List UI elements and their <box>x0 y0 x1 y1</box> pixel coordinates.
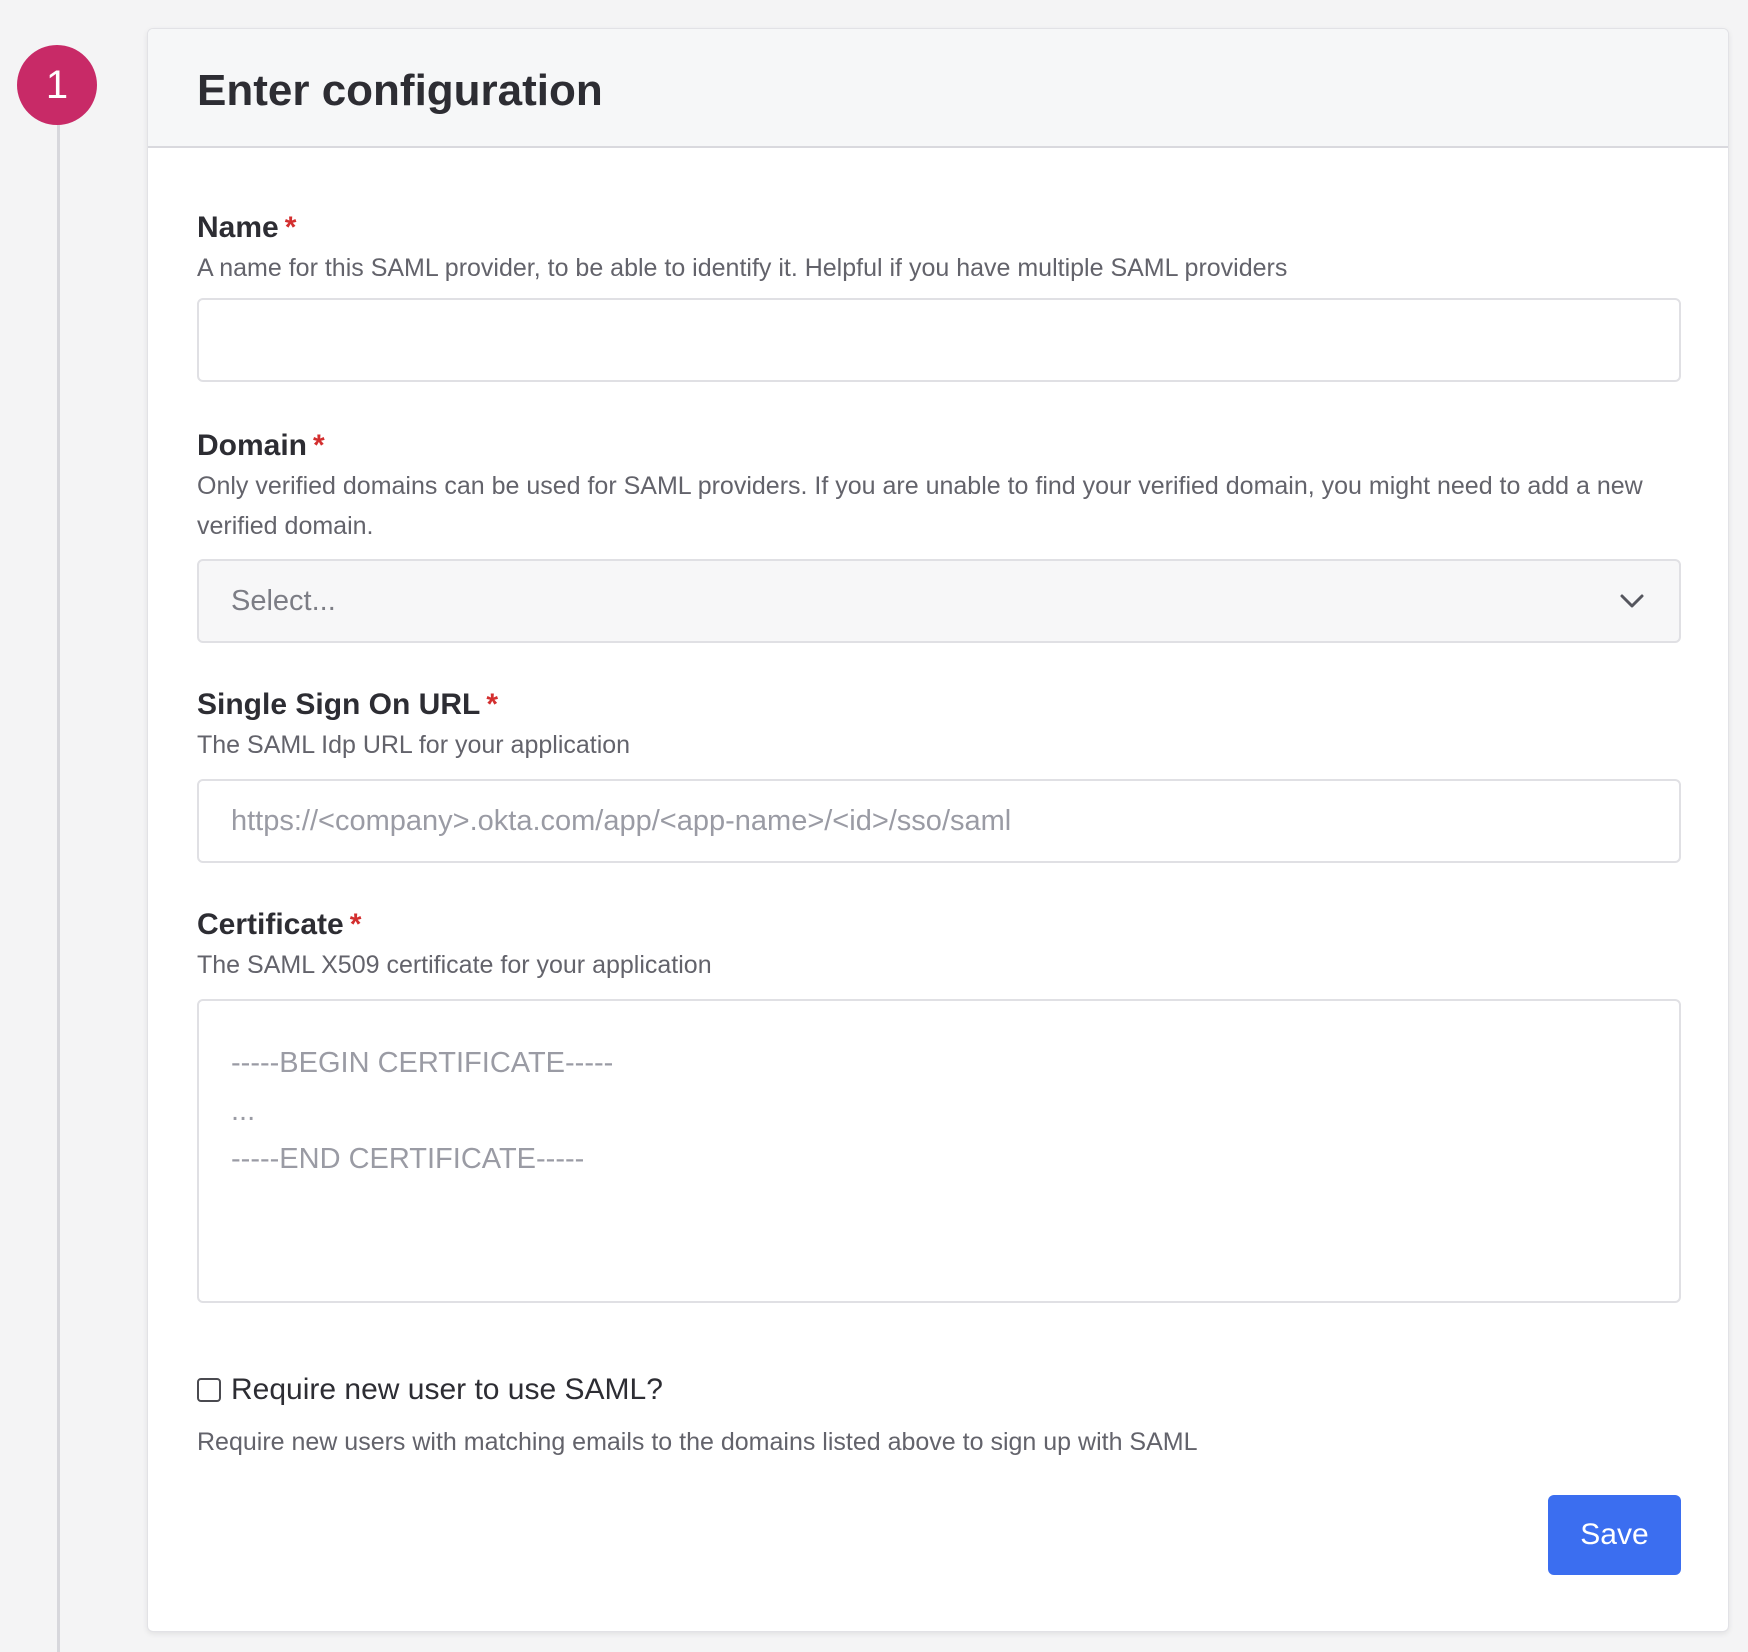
certificate-label: Certificate * <box>197 905 1681 945</box>
require-saml-label[interactable]: Require new user to use SAML? <box>231 1373 663 1407</box>
certificate-field-header: Certificate * The SAML X509 certificate f… <box>197 905 1681 985</box>
domain-label: Domain * <box>197 426 1681 466</box>
certificate-textarea[interactable]: -----BEGIN CERTIFICATE----- ... -----END… <box>197 999 1681 1303</box>
required-asterisk: * <box>313 429 325 462</box>
domain-select[interactable]: Select... <box>197 559 1681 643</box>
certificate-label-text: Certificate <box>197 908 344 941</box>
domain-description: Only verified domains can be used for SA… <box>197 472 1643 540</box>
domain-select-placeholder: Select... <box>231 584 336 617</box>
required-asterisk: * <box>486 688 499 721</box>
certificate-placeholder-ellipsis: ... <box>231 1095 256 1127</box>
required-asterisk: * <box>349 908 362 941</box>
certificate-description: The SAML X509 certificate for your appli… <box>197 951 712 979</box>
card-header: Enter configuration <box>148 29 1728 148</box>
require-saml-row: Require new user to use SAML? <box>197 1373 663 1407</box>
required-asterisk: * <box>284 211 297 244</box>
chevron-down-icon <box>1617 586 1647 616</box>
name-field-header: Name * A name for this SAML provider, to … <box>197 208 1681 288</box>
sso-url-label-text: Single Sign On URL <box>197 688 481 721</box>
step-connector-line <box>57 110 60 1652</box>
domain-field-header: Domain * Only verified domains can be use… <box>197 426 1681 546</box>
step-number-badge: 1 <box>17 45 97 125</box>
domain-label-text: Domain <box>197 429 308 462</box>
name-label-text: Name <box>197 211 279 244</box>
sso-url-field-header: Single Sign On URL * The SAML Idp URL for… <box>197 685 1681 765</box>
configuration-card: Enter configuration Name * A name for thi… <box>147 28 1729 1632</box>
sso-url-description: The SAML Idp URL for your application <box>197 731 631 759</box>
certificate-placeholder-end: -----END CERTIFICATE----- <box>231 1143 585 1175</box>
certificate-placeholder-begin: -----BEGIN CERTIFICATE----- <box>231 1047 614 1079</box>
card-title: Enter configuration <box>197 66 603 115</box>
require-saml-checkbox[interactable] <box>197 1378 221 1402</box>
name-input[interactable] <box>197 298 1681 382</box>
sso-url-label: Single Sign On URL * <box>197 685 1681 725</box>
sso-url-input[interactable] <box>197 779 1681 863</box>
name-label: Name * <box>197 208 1681 248</box>
require-saml-description: Require new users with matching emails t… <box>197 1428 1198 1456</box>
save-button[interactable]: Save <box>1548 1495 1681 1575</box>
name-description: A name for this SAML provider, to be abl… <box>197 254 1288 282</box>
